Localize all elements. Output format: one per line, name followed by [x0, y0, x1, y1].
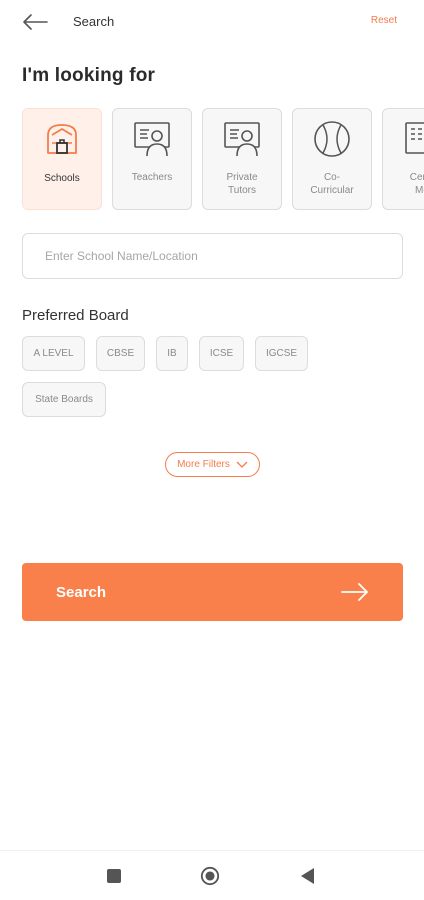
tutor-icon [222, 119, 262, 159]
category-label: Private Tutors [226, 172, 258, 196]
search-button-label: Search [56, 583, 107, 601]
page-title: Search [73, 14, 115, 29]
category-carousel[interactable]: Schools Teachers Private Tutors Co- Curr… [22, 108, 424, 212]
back-triangle-icon [301, 868, 314, 884]
more-filters-label: More Filters [177, 459, 230, 470]
square-icon [107, 869, 121, 883]
back-nav-button[interactable] [297, 866, 317, 886]
back-button[interactable] [20, 8, 50, 36]
category-label: Centr Mo [409, 172, 424, 196]
category-centre[interactable]: Centr Mo [382, 108, 424, 210]
home-button[interactable] [200, 866, 220, 886]
board-chip-cbse[interactable]: CBSE [96, 336, 145, 371]
center-icon [402, 119, 424, 159]
chevron-down-icon [236, 461, 248, 468]
top-bar: Search Reset [0, 0, 424, 44]
board-chip-icse[interactable]: ICSE [199, 336, 244, 371]
category-label: Co- Curricular [310, 172, 354, 196]
category-schools[interactable]: Schools [22, 108, 102, 210]
teacher-icon [132, 119, 172, 159]
board-chip-group: A LEVEL CBSE IB ICSE IGCSE State Boards [22, 336, 402, 417]
reset-link[interactable]: Reset [371, 15, 397, 26]
arrow-right-icon [341, 583, 368, 601]
board-chip-a-level[interactable]: A LEVEL [22, 336, 85, 371]
recents-button[interactable] [104, 866, 124, 886]
category-private-tutors[interactable]: Private Tutors [202, 108, 282, 210]
ball-icon [312, 119, 352, 159]
preferred-board-title: Preferred Board [22, 307, 129, 324]
school-icon [42, 119, 82, 159]
board-chip-ib[interactable]: IB [156, 336, 188, 371]
board-chip-igcse[interactable]: IGCSE [255, 336, 308, 371]
more-filters-button[interactable]: More Filters [165, 452, 260, 477]
search-input[interactable] [22, 233, 403, 279]
section-heading: I'm looking for [22, 65, 156, 86]
category-teachers[interactable]: Teachers [112, 108, 192, 210]
home-circle-icon [200, 866, 220, 886]
category-co-curricular[interactable]: Co- Curricular [292, 108, 372, 210]
search-button[interactable]: Search [22, 563, 403, 621]
arrow-left-icon [23, 14, 48, 30]
category-label: Schools [44, 173, 80, 184]
board-chip-state-boards[interactable]: State Boards [22, 382, 106, 417]
system-nav-bar [0, 850, 424, 900]
category-label: Teachers [131, 172, 173, 183]
